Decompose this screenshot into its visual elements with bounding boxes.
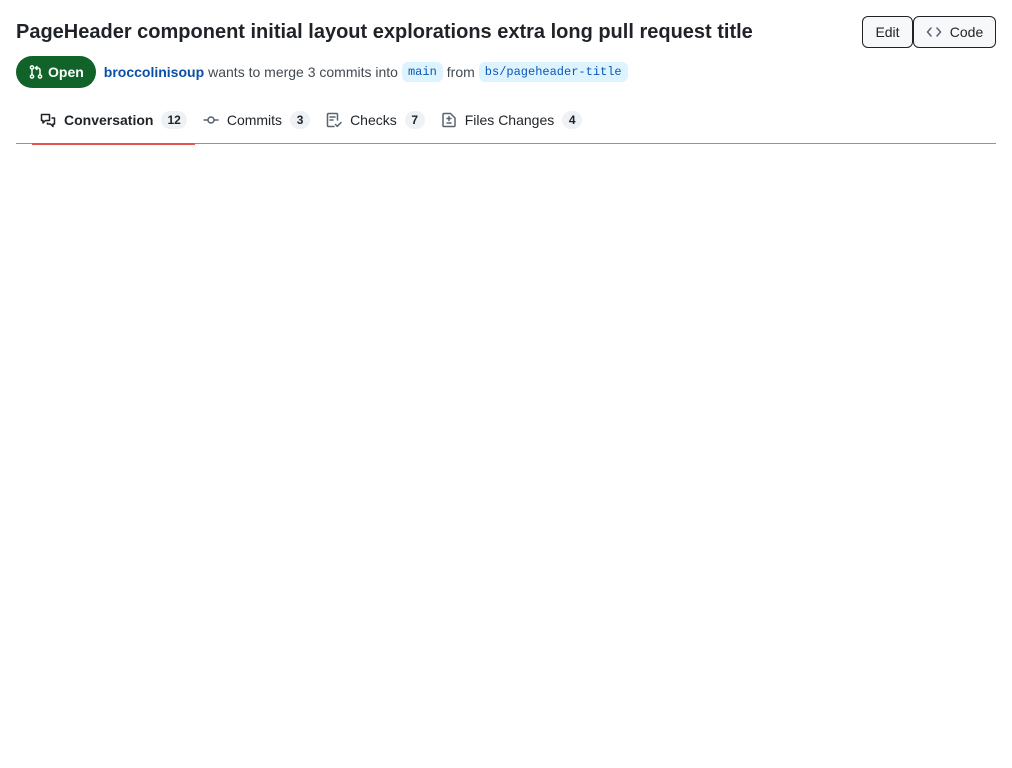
code-button-label: Code [949,24,984,40]
tab-checks[interactable]: Checks 7 [318,96,433,144]
code-icon [926,24,942,40]
pull-request-page: PageHeader component initial layout expl… [0,0,1012,768]
status-badge: Open [16,56,96,88]
pr-tabs: Conversation 12 Commits 3 Checks 7 Files… [16,96,996,145]
tab-counter: 7 [404,110,425,129]
page-header: PageHeader component initial layout expl… [16,16,996,48]
tab-commits[interactable]: Commits 3 [195,96,318,144]
tab-label: Commits [226,111,283,128]
tab-conversation[interactable]: Conversation 12 [32,96,195,145]
merge-description: wants to merge 3 commits into [208,64,398,80]
from-text: from [446,64,475,80]
comment-discussion-icon [40,112,56,128]
tab-label: Conversation [64,111,154,128]
tab-label: Files Changes [464,111,555,128]
edit-button[interactable]: Edit [862,16,913,48]
base-branch[interactable]: main [401,62,443,82]
tab-counter: 4 [562,110,583,129]
page-title: PageHeader component initial layout expl… [16,21,753,43]
pr-meta: Open broccolinisoup wants to merge 3 com… [16,56,632,88]
tab-counter: 3 [290,110,311,129]
header-actions: Edit Code [862,16,996,48]
tab-label: Checks [350,111,397,128]
tab-files-changes[interactable]: Files Changes 4 [433,96,591,144]
checklist-icon [326,112,342,128]
git-pull-request-icon [28,64,44,80]
status-label: Open [48,64,84,80]
head-branch[interactable]: bs/pageheader-title [478,62,628,82]
author-link[interactable]: broccolinisoup [104,64,204,80]
file-diff-icon [441,112,457,128]
code-button[interactable]: Code [913,16,996,48]
git-commit-icon [203,112,219,128]
tab-counter: 12 [161,110,187,129]
